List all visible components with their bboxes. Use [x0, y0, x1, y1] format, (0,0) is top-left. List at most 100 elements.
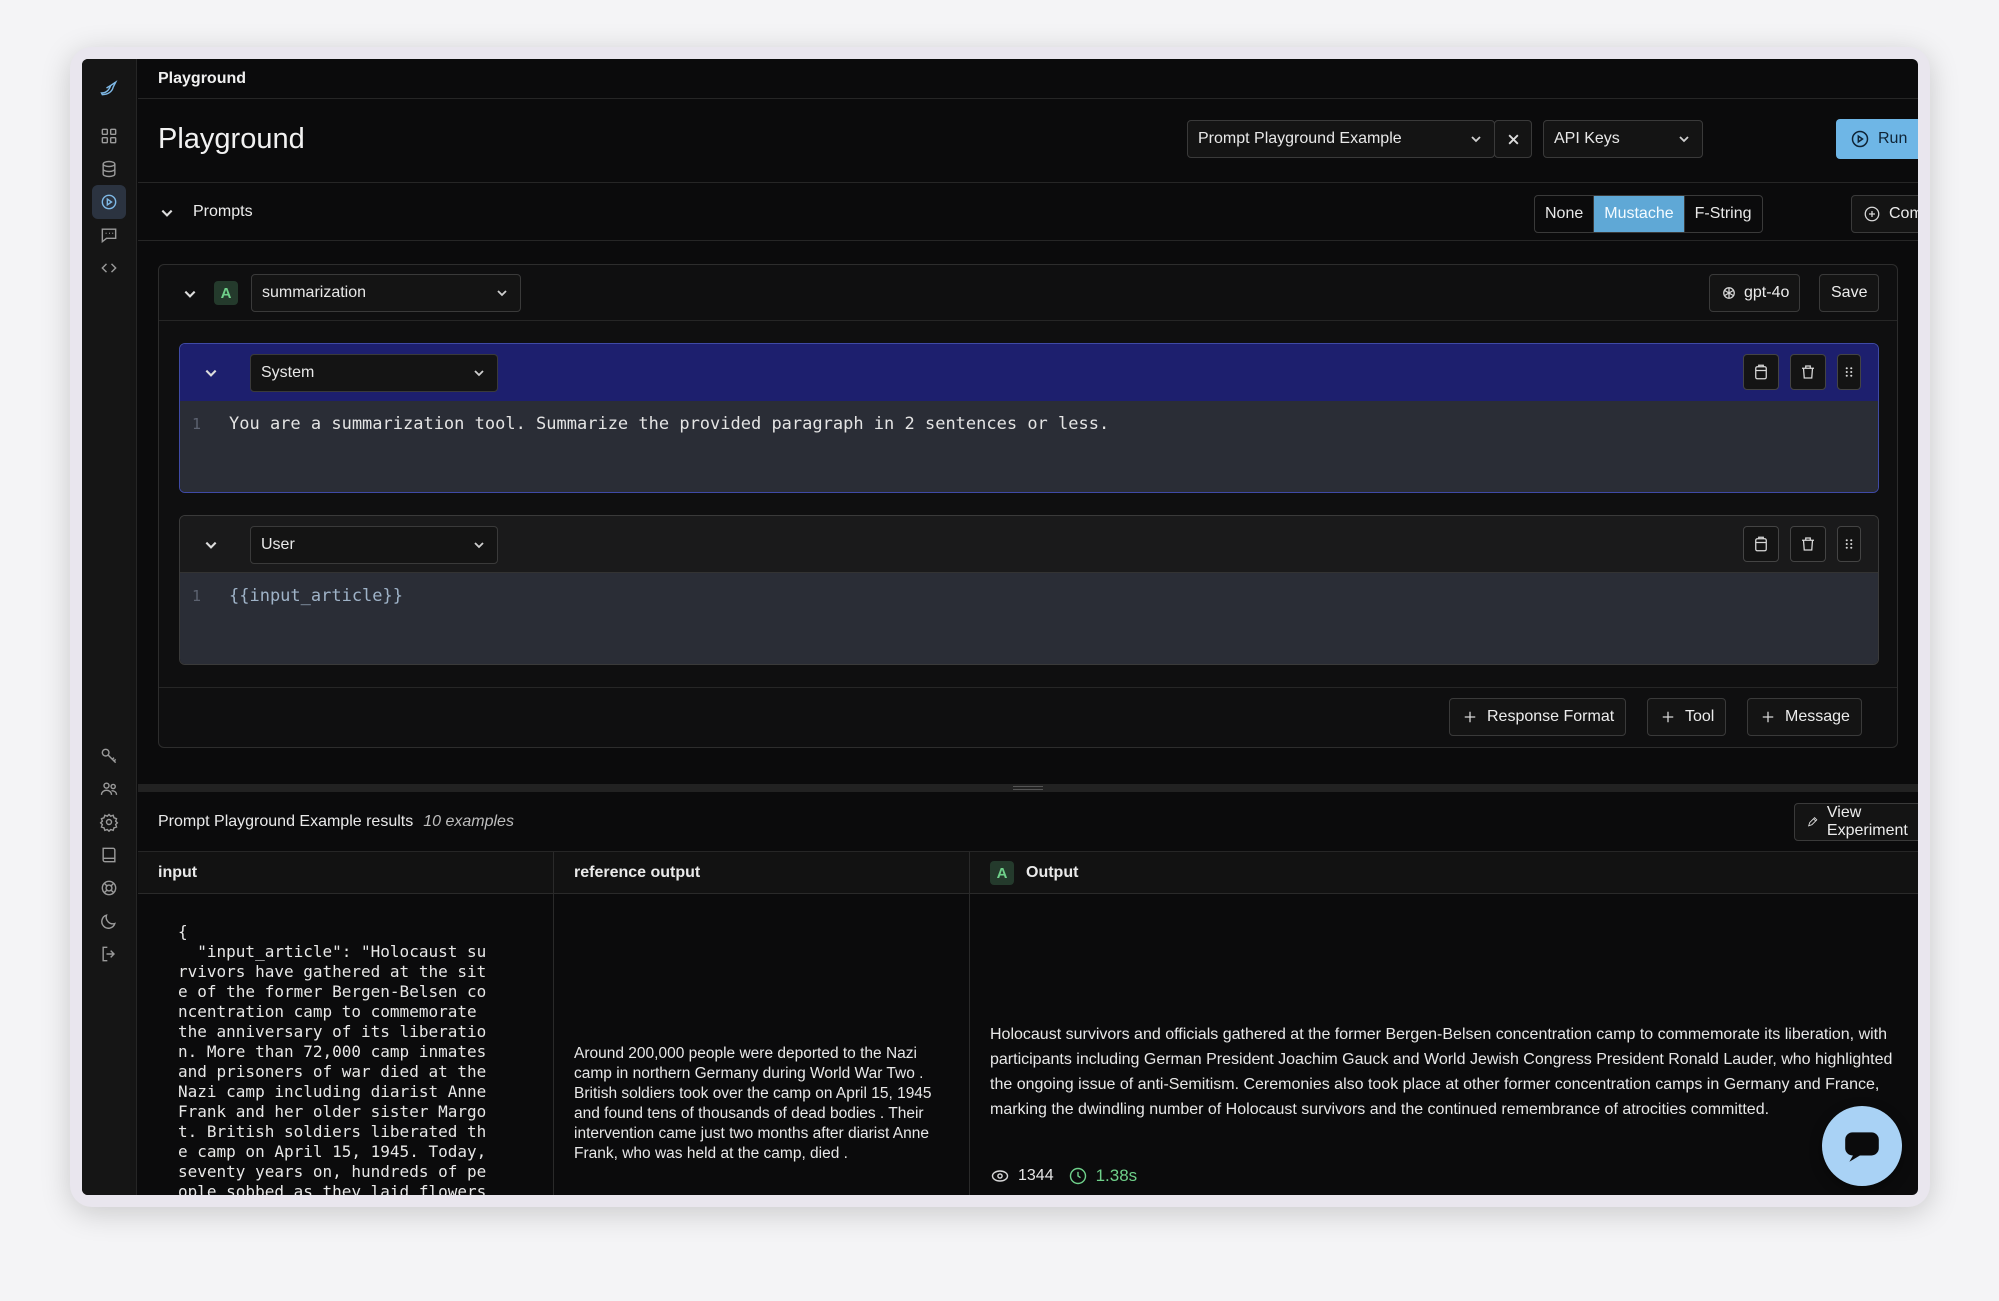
reference-output-text: Around 200,000 people were deported to t… [574, 1045, 932, 1162]
chat-bubble-icon [1845, 1132, 1879, 1162]
compare-label: Compare [1889, 205, 1918, 222]
api-keys-select[interactable]: API Keys [1543, 120, 1703, 158]
copy-message-button[interactable] [1743, 354, 1779, 390]
breadcrumb: Playground [138, 59, 1918, 99]
plus-circle-icon [1864, 206, 1880, 222]
token-icon [991, 1170, 1009, 1182]
clear-dataset-button[interactable] [1494, 120, 1532, 158]
mode-fstring[interactable]: F-String [1685, 196, 1762, 232]
mode-mustache[interactable]: Mustache [1594, 196, 1685, 232]
chat-support-button[interactable] [1822, 1106, 1902, 1186]
key-icon[interactable] [92, 739, 126, 773]
add-message-button[interactable]: Message [1747, 698, 1862, 736]
panel-resizer[interactable] [138, 784, 1918, 792]
prompts-collapse-icon[interactable] [160, 206, 174, 220]
plus-icon [1762, 711, 1774, 723]
page-title: Playground [158, 123, 305, 155]
chevron-down-icon [474, 370, 484, 377]
chevron-down-icon [1471, 136, 1481, 143]
pencil-icon [1807, 817, 1818, 827]
prompts-bar: Prompts None Mustache F-String Compare [138, 183, 1918, 241]
resize-grip-icon [1013, 786, 1043, 790]
drag-dots-icon [1845, 367, 1853, 377]
col-header-reference-output: reference output [554, 852, 970, 894]
table-cell-input: { "input_article": "Holocaust su rvivors… [138, 894, 554, 1195]
results-header: Prompt Playground Example results 10 exam… [138, 792, 1918, 852]
run-label: Run [1878, 130, 1908, 147]
users-icon[interactable] [92, 772, 126, 806]
results-title-text: Prompt Playground Example results [158, 813, 414, 830]
prompts-label: Prompts [193, 203, 253, 220]
user-message: User 1 {{input_article}} [179, 515, 1879, 665]
plus-icon [1662, 711, 1674, 723]
sidebar [82, 59, 137, 1195]
trash-icon [1802, 537, 1814, 551]
help-icon[interactable] [92, 871, 126, 905]
user-message-editor[interactable]: 1 {{input_article}} [180, 573, 1878, 664]
latency: 1.38s [1095, 1166, 1138, 1185]
save-label: Save [1831, 284, 1868, 301]
add-response-format-button[interactable]: Response Format [1449, 698, 1627, 736]
app-window: Playground Playground Prompt Playground … [70, 47, 1930, 1207]
role-select[interactable]: User [250, 526, 498, 564]
close-icon [1508, 134, 1518, 144]
chat-icon[interactable] [92, 218, 126, 252]
view-experiment-button[interactable]: View Experiment [1794, 803, 1918, 841]
screen: Playground Playground Prompt Playground … [82, 59, 1918, 1195]
drag-handle[interactable] [1837, 526, 1861, 562]
code-icon[interactable] [92, 251, 126, 285]
card-collapse-icon[interactable] [183, 287, 197, 301]
prompt-name-select[interactable]: summarization [251, 274, 521, 312]
database-icon[interactable] [92, 152, 126, 186]
drag-handle[interactable] [1837, 354, 1861, 390]
results-count: 10 examples [423, 813, 514, 830]
bird-logo-icon[interactable] [92, 71, 126, 105]
role-label: User [261, 536, 295, 553]
system-message-editor[interactable]: 1 You are a summarization tool. Summariz… [180, 401, 1878, 492]
prompt-card-header: A summarization gpt-4o Save [159, 265, 1897, 321]
message-collapse-icon[interactable] [204, 366, 218, 380]
dataset-select[interactable]: Prompt Playground Example [1187, 120, 1495, 158]
col-header-output: A Output [970, 852, 1918, 894]
output-header-label: Output [1026, 864, 1079, 881]
tool-label: Tool [1685, 708, 1715, 725]
clock-icon [1069, 1167, 1086, 1185]
plus-icon [1464, 711, 1476, 723]
delete-message-button[interactable] [1790, 526, 1826, 562]
logout-icon[interactable] [92, 937, 126, 971]
clipboard-icon [1755, 364, 1767, 380]
message-collapse-icon[interactable] [204, 538, 218, 552]
page-header: Playground Prompt Playground Example API… [138, 99, 1918, 183]
role-label: System [261, 364, 315, 381]
line-number: 1 [192, 415, 202, 433]
model-button[interactable]: gpt-4o [1709, 274, 1801, 312]
clipboard-icon [1755, 536, 1767, 552]
book-icon[interactable] [92, 838, 126, 872]
output-badge: A [990, 861, 1014, 885]
mode-none[interactable]: None [1535, 196, 1595, 232]
moon-icon[interactable] [92, 904, 126, 938]
message-label: Message [1785, 708, 1850, 725]
grid-icon[interactable] [92, 119, 126, 153]
playground-icon[interactable] [92, 185, 126, 219]
role-select[interactable]: System [250, 354, 498, 392]
delete-message-button[interactable] [1790, 354, 1826, 390]
settings-icon[interactable] [92, 805, 126, 839]
system-message-header: System [180, 344, 1878, 401]
token-count: 1344 [1018, 1167, 1054, 1184]
copy-message-button[interactable] [1743, 526, 1779, 562]
prompt-badge: A [214, 281, 238, 305]
system-message: System 1 You are a summarization tool. S… [179, 343, 1879, 493]
line-number: 1 [192, 587, 202, 605]
save-button[interactable]: Save [1819, 274, 1880, 312]
trash-icon [1802, 365, 1814, 379]
run-button[interactable]: Run ⌘⏎ [1836, 119, 1918, 159]
chevron-down-icon [474, 542, 484, 549]
table-cell-reference-output: Around 200,000 people were deported to t… [554, 894, 970, 1195]
add-tool-button[interactable]: Tool [1647, 698, 1727, 736]
play-circle-icon [1851, 130, 1869, 148]
compare-button[interactable]: Compare [1851, 195, 1918, 233]
template-mode-toggle: None Mustache F-String [1534, 195, 1763, 233]
input-json: { "input_article": "Holocaust su rvivors… [178, 922, 487, 1195]
prompt-name: summarization [262, 284, 367, 301]
